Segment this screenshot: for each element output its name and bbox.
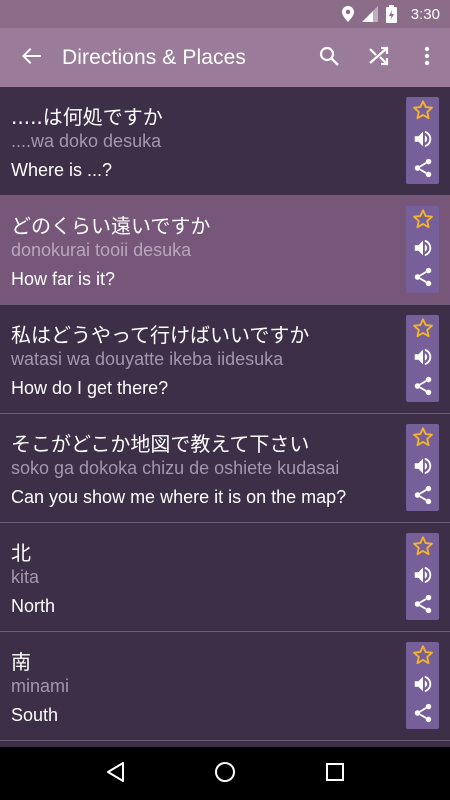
star-icon xyxy=(412,426,434,452)
share-icon xyxy=(412,157,434,183)
speaker-icon xyxy=(412,346,434,372)
nav-home-icon xyxy=(214,761,236,787)
phrase-list: .....は何処ですか ....wa doko desuka Where is … xyxy=(0,87,450,747)
system-nav-bar xyxy=(0,747,450,800)
phrase-row[interactable]: 南 minami South xyxy=(0,632,450,741)
play-audio-button[interactable] xyxy=(406,344,439,373)
phrase-japanese: .....は何処ですか xyxy=(11,105,163,129)
share-icon xyxy=(412,593,434,619)
phrase-actions xyxy=(406,533,439,620)
back-button[interactable] xyxy=(0,28,62,87)
phrase-english: North xyxy=(11,596,56,616)
search-button[interactable] xyxy=(304,28,354,87)
phrase-romaji: kita xyxy=(11,567,40,587)
app-bar: Directions & Places xyxy=(0,28,450,87)
phrase-japanese: 北 xyxy=(11,541,31,565)
speaker-icon xyxy=(412,564,434,590)
star-icon xyxy=(412,317,434,343)
share-button[interactable] xyxy=(406,700,439,729)
favorite-button[interactable] xyxy=(406,315,439,344)
play-audio-button[interactable] xyxy=(406,671,439,700)
phrase-english: How do I get there? xyxy=(11,378,169,398)
favorite-button[interactable] xyxy=(406,642,439,671)
favorite-button[interactable] xyxy=(406,533,439,562)
phrase-actions xyxy=(406,642,439,729)
star-icon xyxy=(412,99,434,125)
phrase-japanese: そこがどこか地図で教えて下さい xyxy=(11,432,310,456)
phrase-japanese: 私はどうやって行けばいいですか xyxy=(11,323,310,347)
status-bar: 3:30 xyxy=(0,0,450,28)
play-audio-button[interactable] xyxy=(406,235,439,264)
share-icon xyxy=(412,702,434,728)
battery-icon xyxy=(385,5,397,23)
phrase-japanese: どのくらい遠いですか xyxy=(11,214,211,238)
phrase-row[interactable]: どのくらい遠いですか donokurai tooii desuka How fa… xyxy=(0,196,450,305)
phrase-actions xyxy=(406,97,439,184)
share-button[interactable] xyxy=(406,264,439,293)
phrase-english: How far is it? xyxy=(11,269,116,289)
phrase-english: Can you show me where it is on the map? xyxy=(11,487,347,507)
share-button[interactable] xyxy=(406,155,439,184)
play-audio-button[interactable] xyxy=(406,453,439,482)
phrase-row[interactable]: .....は何処ですか ....wa doko desuka Where is … xyxy=(0,87,450,196)
status-time: 3:30 xyxy=(410,5,440,23)
phrase-english: Where is ...? xyxy=(11,160,113,180)
shuffle-icon xyxy=(369,46,389,70)
phrase-romaji: donokurai tooii desuka xyxy=(11,240,192,260)
overflow-menu-button[interactable] xyxy=(404,28,450,87)
nav-home-button[interactable] xyxy=(200,749,250,799)
share-button[interactable] xyxy=(406,482,439,511)
favorite-button[interactable] xyxy=(406,424,439,453)
speaker-icon xyxy=(412,455,434,481)
phrase-japanese: 南 xyxy=(11,650,31,674)
favorite-button[interactable] xyxy=(406,206,439,235)
more-vert-icon xyxy=(424,46,430,70)
star-icon xyxy=(412,535,434,561)
share-button[interactable] xyxy=(406,591,439,620)
nav-back-button[interactable] xyxy=(90,749,140,799)
share-icon xyxy=(412,375,434,401)
speaker-icon xyxy=(412,237,434,263)
phrase-actions xyxy=(406,206,439,293)
signal-icon xyxy=(361,6,378,22)
share-icon xyxy=(412,484,434,510)
phrase-romaji: watasi wa douyatte ikeba iidesuka xyxy=(11,349,284,369)
phrase-actions xyxy=(406,424,439,511)
phrase-romaji: soko ga dokoka chizu de oshiete kudasai xyxy=(11,458,340,478)
page-title: Directions & Places xyxy=(62,45,246,69)
favorite-button[interactable] xyxy=(406,97,439,126)
play-audio-button[interactable] xyxy=(406,562,439,591)
nav-recents-icon xyxy=(326,762,344,785)
share-icon xyxy=(412,266,434,292)
nav-back-icon xyxy=(105,761,125,787)
share-button[interactable] xyxy=(406,373,439,402)
star-icon xyxy=(412,208,434,234)
phrase-romaji: minami xyxy=(11,676,70,696)
phrase-row[interactable]: そこがどこか地図で教えて下さい soko ga dokoka chizu de … xyxy=(0,414,450,523)
phrase-actions xyxy=(406,315,439,402)
search-icon xyxy=(319,46,339,70)
phrase-romaji: ....wa doko desuka xyxy=(11,131,162,151)
star-icon xyxy=(412,644,434,670)
play-audio-button[interactable] xyxy=(406,126,439,155)
phrase-row[interactable]: 北 kita North xyxy=(0,523,450,632)
location-icon xyxy=(341,6,354,22)
phrase-english: South xyxy=(11,705,59,725)
speaker-icon xyxy=(412,128,434,154)
phrase-row[interactable]: 私はどうやって行けばいいですか watasi wa douyatte ikeba… xyxy=(0,305,450,414)
back-arrow-icon xyxy=(21,46,41,70)
shuffle-button[interactable] xyxy=(354,28,404,87)
nav-recents-button[interactable] xyxy=(310,749,360,799)
speaker-icon xyxy=(412,673,434,699)
